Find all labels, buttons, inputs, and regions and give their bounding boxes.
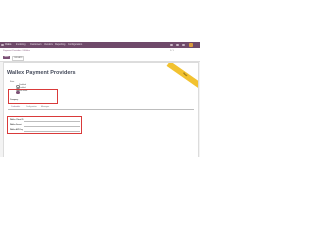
tab-configuration[interactable]: Configuration xyxy=(26,106,37,108)
tab-credentials[interactable]: Credentials xyxy=(11,106,20,108)
discard-button[interactable]: DISCARD xyxy=(12,55,25,61)
company-icon[interactable] xyxy=(182,43,185,47)
credentials-highlight-box xyxy=(7,116,82,134)
radio-disabled-label: Disabled xyxy=(19,84,26,87)
test-ribbon: Test xyxy=(166,63,198,89)
save-button[interactable]: SAVE xyxy=(3,55,11,59)
page-title: Wallex Payment Providers xyxy=(7,70,76,76)
control-panel: Payment Providers / Wallex SAVE DISCARD … xyxy=(0,48,200,62)
chat-icon[interactable] xyxy=(170,43,173,47)
clock-icon[interactable] xyxy=(176,43,179,47)
apps-menu-icon[interactable] xyxy=(1,43,4,47)
breadcrumb[interactable]: Payment Providers / Wallex xyxy=(3,50,30,52)
pager[interactable]: 1 / 1 xyxy=(170,50,174,52)
state-label: State xyxy=(10,81,15,83)
tab-messages[interactable]: Messages xyxy=(41,106,49,108)
app-window: Odoo Invoicing Customers Vendors Reporti… xyxy=(0,42,200,157)
tab-separator xyxy=(8,109,194,110)
company-label: Company xyxy=(10,99,19,101)
state-highlight-box xyxy=(8,89,58,104)
user-avatar[interactable] xyxy=(189,43,193,47)
form-sheet: Wallex Payment Providers Test State Disa… xyxy=(3,62,199,157)
